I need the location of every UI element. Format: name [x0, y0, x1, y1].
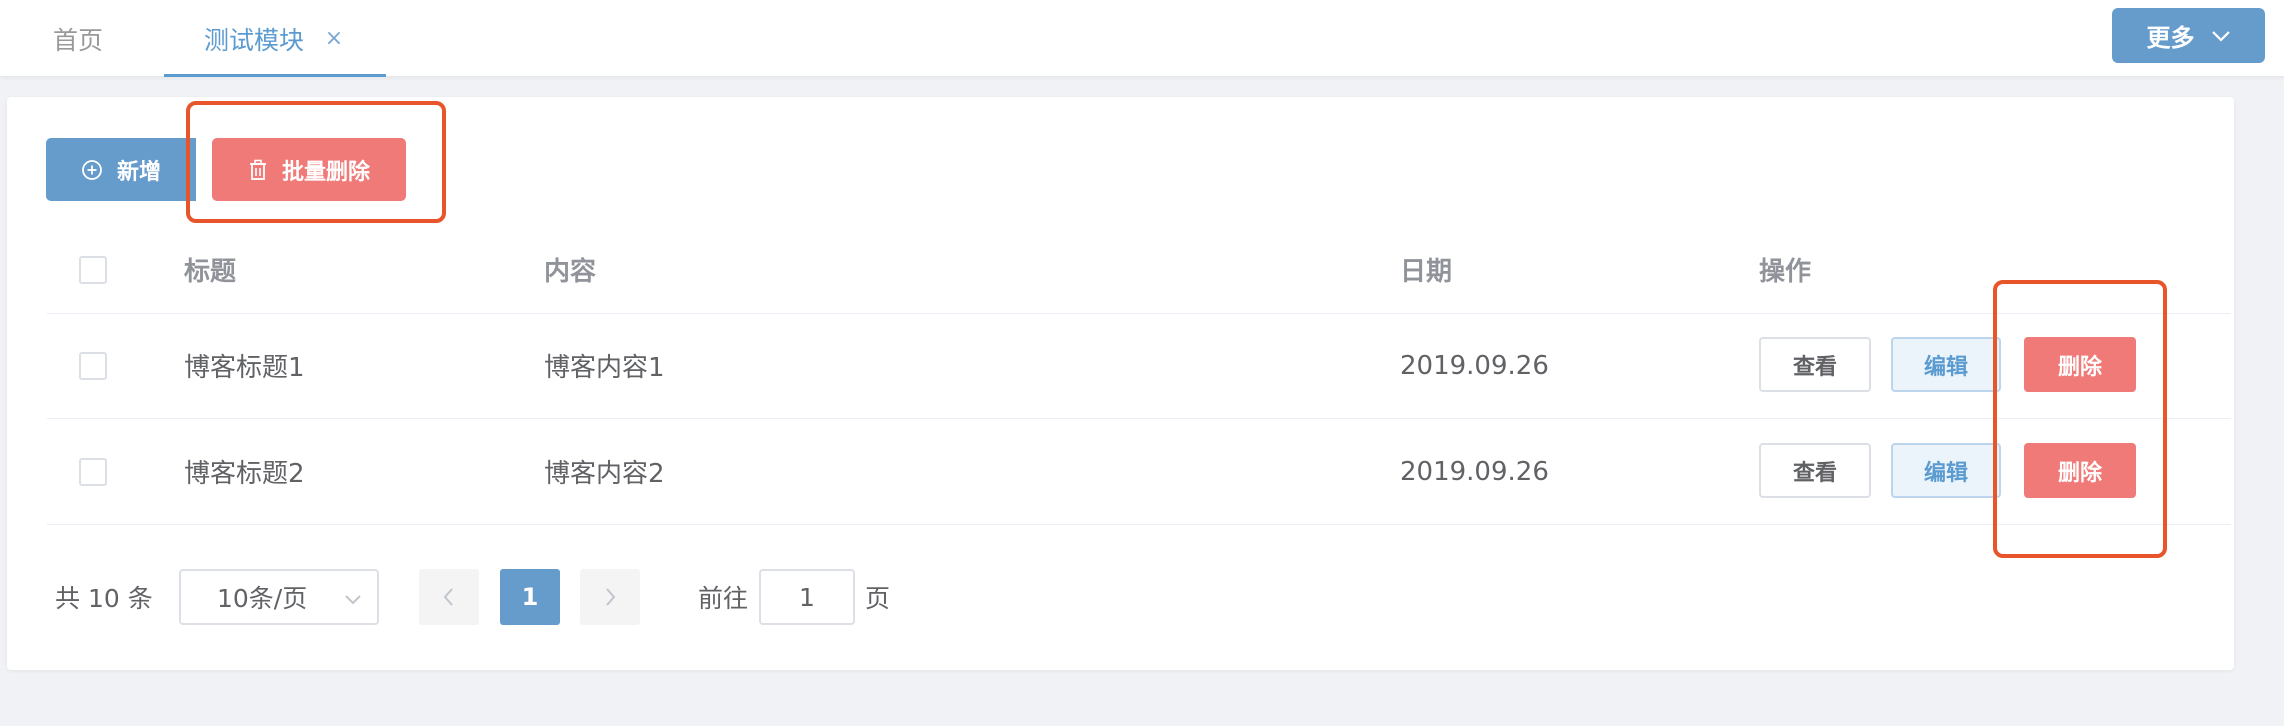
add-button[interactable]: 新增: [46, 138, 196, 201]
row-checkbox-cell: [79, 419, 107, 524]
row-content: 博客内容2: [544, 459, 665, 489]
goto-page-input[interactable]: [759, 569, 855, 625]
header-ops: 操作: [1759, 257, 1812, 287]
delete-button[interactable]: 删除: [2024, 443, 2136, 498]
tab-home[interactable]: 首页: [42, 0, 114, 77]
more-button-label: 更多: [2146, 24, 2195, 52]
row-checkbox[interactable]: [79, 351, 107, 380]
page-number-current[interactable]: 1: [500, 569, 560, 625]
tab-bar: 首页 测试模块 × 更多: [0, 0, 2284, 77]
header-title: 标题: [184, 257, 237, 287]
row-title: 博客标题1: [184, 353, 305, 383]
header-checkbox-cell: [79, 226, 107, 313]
edit-button[interactable]: 编辑: [1891, 337, 2001, 392]
close-icon[interactable]: ×: [322, 26, 346, 51]
header-content: 内容: [544, 257, 597, 287]
page-size-select[interactable]: 10条/页: [179, 569, 379, 625]
pagination: 共 10 条 10条/页 1 前往 页: [7, 569, 2234, 625]
chevron-down-icon: [2211, 30, 2230, 42]
tab-test-module-label: 测试模块: [203, 25, 304, 55]
plus-circle-icon: [82, 159, 102, 180]
row-checkbox[interactable]: [79, 457, 107, 486]
header-date: 日期: [1400, 257, 1453, 287]
batch-delete-button[interactable]: 批量删除: [212, 138, 406, 201]
table-header: 标题 内容 日期 操作: [47, 226, 2231, 314]
view-button[interactable]: 查看: [1759, 443, 1871, 498]
select-all-checkbox[interactable]: [79, 255, 107, 284]
prev-page-button[interactable]: [419, 569, 479, 625]
chevron-right-icon: [606, 588, 616, 606]
main-card: 新增 批量删除 标题 内容 日期 操作 博客标题1 博客内容1 2019.09.…: [7, 97, 2234, 670]
goto-label: 前往: [698, 584, 749, 613]
batch-delete-button-label: 批量删除: [281, 159, 370, 185]
view-button[interactable]: 查看: [1759, 337, 1871, 392]
row-checkbox-cell: [79, 313, 107, 418]
delete-button[interactable]: 删除: [2024, 337, 2136, 392]
table-row: 博客标题1 博客内容1 2019.09.26 查看 编辑 删除: [47, 313, 2231, 419]
chevron-left-icon: [443, 588, 453, 606]
next-page-button[interactable]: [580, 569, 640, 625]
more-button[interactable]: 更多: [2112, 8, 2265, 63]
row-date: 2019.09.26: [1400, 350, 1549, 381]
tab-test-module[interactable]: 测试模块 ×: [164, 0, 386, 77]
tab-home-label: 首页: [52, 25, 103, 55]
row-title: 博客标题2: [184, 459, 305, 489]
add-button-label: 新增: [116, 159, 161, 185]
edit-button[interactable]: 编辑: [1891, 443, 2001, 498]
row-content: 博客内容1: [544, 353, 665, 383]
page-size-value: 10条/页: [217, 584, 308, 613]
table-row: 博客标题2 博客内容2 2019.09.26 查看 编辑 删除: [47, 419, 2231, 525]
total-count: 共 10 条: [55, 584, 153, 613]
row-date: 2019.09.26: [1400, 456, 1549, 487]
chevron-down-icon: [345, 595, 361, 605]
page-suffix-label: 页: [865, 584, 891, 613]
trash-icon: [249, 159, 266, 180]
